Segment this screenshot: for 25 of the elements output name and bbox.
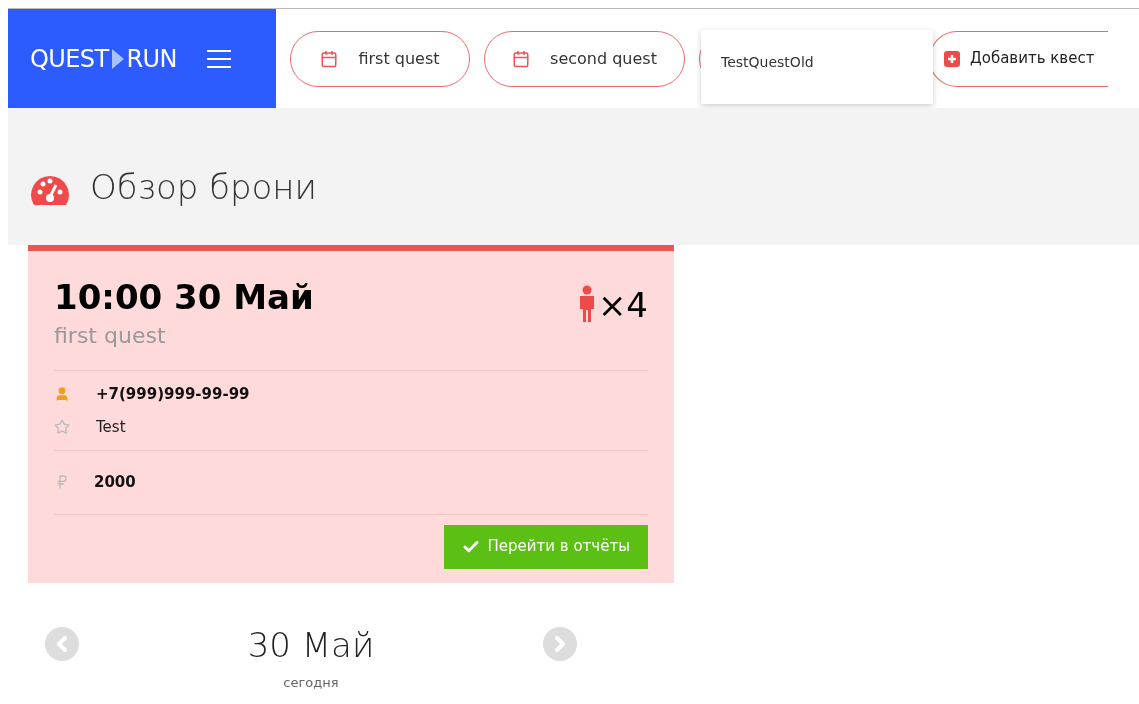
menu-icon[interactable] xyxy=(206,49,231,68)
user-icon xyxy=(54,386,70,403)
logo-text: QUEST xyxy=(30,43,109,75)
ruble-icon xyxy=(54,474,70,491)
player-count: ×4 xyxy=(597,285,648,325)
current-date: 30 Май xyxy=(247,623,375,667)
plus-icon xyxy=(944,50,960,67)
star-icon xyxy=(54,418,70,435)
price: 2000 xyxy=(94,472,136,493)
calendar-icon xyxy=(512,49,531,68)
person-icon xyxy=(577,285,596,323)
play-icon xyxy=(110,47,125,70)
logo-text: RUN xyxy=(126,43,177,75)
page-title: Обзор брони xyxy=(90,166,317,209)
booking-time: 10:00 30 Май xyxy=(54,276,314,319)
next-button[interactable] xyxy=(543,626,577,661)
quest-tab[interactable]: first quest xyxy=(290,30,470,87)
quest-name: first quest xyxy=(54,322,167,350)
previous-button[interactable] xyxy=(45,626,79,661)
phone-number: +7(999)999-99-99 xyxy=(96,384,250,405)
quest-tab[interactable]: second quest xyxy=(484,30,685,87)
dashboard-icon xyxy=(30,175,70,207)
today-caption: сегодня xyxy=(283,673,339,692)
client-name: Test xyxy=(96,416,126,438)
calendar-icon xyxy=(320,49,339,68)
